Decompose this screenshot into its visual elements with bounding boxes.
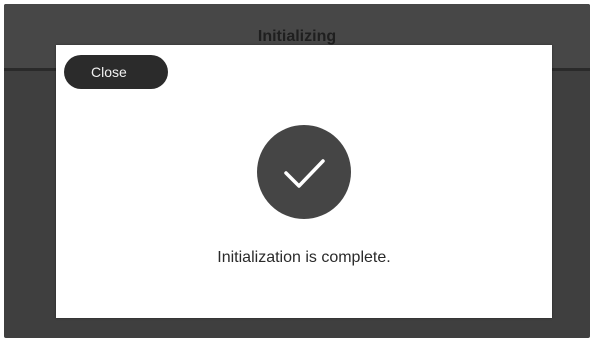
status-message: Initialization is complete.: [217, 249, 391, 266]
device-screen: Initializing Close Initialization is com…: [4, 4, 590, 338]
close-button[interactable]: Close: [64, 55, 168, 89]
checkmark-icon-graphic: [284, 159, 325, 188]
checkmark-icon: [257, 125, 351, 219]
window-title: Initializing: [257, 28, 337, 45]
completion-dialog: Close Initialization is complete.: [56, 45, 552, 318]
